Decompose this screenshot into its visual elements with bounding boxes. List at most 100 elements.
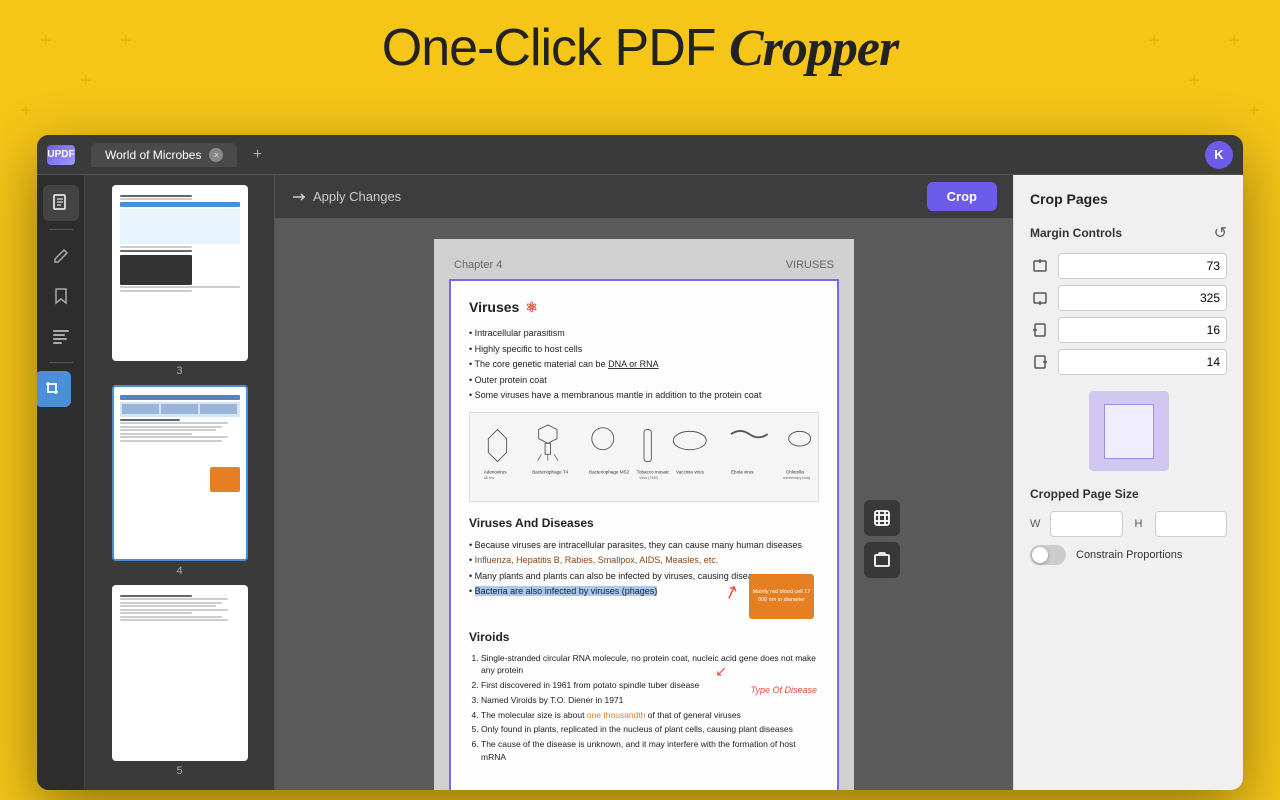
svg-text:Ebola virus: Ebola virus <box>731 469 754 474</box>
margin-top-input[interactable]: 73 <box>1059 255 1226 277</box>
viruses-label: VIRUSES <box>786 259 834 271</box>
thumbnail-number-5: 5 <box>176 765 182 777</box>
bullet-item-4: Outer protein coat <box>469 373 819 389</box>
margin-bottom-input[interactable]: 325 <box>1059 287 1226 309</box>
crop-action-button-2[interactable] <box>864 542 900 578</box>
chapter-label: Chapter 4 <box>454 259 502 271</box>
bullet-item-3: The core genetic material can be DNA or … <box>469 357 819 373</box>
crop-handle-left[interactable] <box>449 539 451 559</box>
viroid-item-6: The cause of the disease is unknown, and… <box>481 738 819 764</box>
sidebar-icon-edit[interactable] <box>43 238 79 274</box>
margin-top-row: 73 ▲ ▼ <box>1030 253 1227 279</box>
svg-text:Chlorella: Chlorella <box>786 469 804 474</box>
section3-heading: Viroids <box>469 628 819 646</box>
crop-overlay[interactable]: Viruses ⚛ Intracellular parasitism Highl… <box>449 279 839 790</box>
svg-text:Adenovirus: Adenovirus <box>484 469 508 474</box>
bullet-item-2: Highly specific to host cells <box>469 342 819 358</box>
margin-right-input-wrap[interactable]: 14 ▲ ▼ <box>1058 349 1227 375</box>
diseases-bullet-1: Because viruses are intracellular parasi… <box>469 538 819 554</box>
app-title: One-Click PDF Cropper <box>0 18 1280 78</box>
crop-preview-box <box>1089 391 1169 471</box>
crop-action-button-1[interactable] <box>864 500 900 536</box>
viroid-item-1: Single-stranded circular RNA molecule, n… <box>481 652 819 678</box>
margin-right-icon <box>1030 352 1050 372</box>
crop-action-panel <box>864 500 900 578</box>
bullet-item-5: Some viruses have a membranous mantle in… <box>469 388 819 404</box>
disease-arrow: ↙ <box>715 661 727 682</box>
width-input-wrap[interactable]: 536 ▲ ▼ <box>1050 511 1123 537</box>
sidebar-icon-crop[interactable] <box>37 371 71 407</box>
svg-text:Vaccinia virus: Vaccinia virus <box>676 469 705 474</box>
margin-right-input[interactable]: 14 <box>1059 351 1226 373</box>
margin-left-row: 16 ▲ ▼ <box>1030 317 1227 343</box>
margin-left-input-wrap[interactable]: 16 ▲ ▼ <box>1058 317 1227 343</box>
toolbar: Apply Changes Crop <box>275 175 1013 219</box>
title-cursive: Cropper <box>729 20 898 77</box>
sidebar-icon-text[interactable] <box>43 318 79 354</box>
crop-corner-tl[interactable] <box>449 279 459 289</box>
tab-close-button[interactable]: × <box>209 148 223 162</box>
margin-bottom-input-wrap[interactable]: 325 ▲ ▼ <box>1058 285 1227 311</box>
viroid-item-5: Only found in plants, replicated in the … <box>481 723 819 736</box>
main-layout: 3 <box>37 175 1243 790</box>
height-label: H <box>1135 518 1149 530</box>
title-regular: One-Click PDF <box>382 19 729 77</box>
svg-text:Tobacco mosaic: Tobacco mosaic <box>637 469 670 474</box>
crop-handle-right[interactable] <box>837 539 839 559</box>
pdf-view[interactable]: Chapter 4 VIRUSES <box>275 219 1013 790</box>
one-thousandth-highlight: one thousandth <box>587 710 646 720</box>
thumbnail-item-3[interactable]: 3 <box>95 185 264 377</box>
section1-bullet-list: Intracellular parasitism Highly specific… <box>469 326 819 404</box>
constrain-label: Constrain Proportions <box>1076 549 1182 561</box>
margin-top-spinners: ▲ ▼ <box>1226 254 1227 278</box>
margin-left-spinners: ▲ ▼ <box>1226 318 1227 342</box>
crop-handle-top[interactable] <box>634 279 654 281</box>
active-tab[interactable]: World of Microbes × <box>91 143 237 167</box>
margin-bottom-spinners: ▲ ▼ <box>1226 286 1227 310</box>
thumbnail-item-4[interactable]: 4 <box>95 385 264 577</box>
margin-bottom-icon <box>1030 288 1050 308</box>
left-sidebar <box>37 175 85 790</box>
virus-diagram-svg: Adenovirus 45 nm Bacteriophage T4 <box>470 417 818 497</box>
margin-top-input-wrap[interactable]: 73 ▲ ▼ <box>1058 253 1227 279</box>
virus-diagram: Adenovirus 45 nm Bacteriophage T4 <box>469 412 819 502</box>
height-input[interactable]: 468 <box>1156 513 1228 535</box>
crop-preview-inner <box>1104 404 1154 459</box>
margin-controls-section: Margin Controls ↺ <box>1030 223 1227 243</box>
tab-add-button[interactable]: + <box>245 143 269 167</box>
svg-text:45 nm: 45 nm <box>484 475 494 479</box>
margin-top-icon <box>1030 256 1050 276</box>
constrain-row: Constrain Proportions <box>1030 545 1227 565</box>
crop-button[interactable]: Crop <box>927 182 997 211</box>
crop-corner-tr[interactable] <box>829 279 839 289</box>
type-of-disease-annotation: Type Of Disease <box>751 684 817 698</box>
apply-changes-button[interactable]: Apply Changes <box>291 189 401 205</box>
cropped-page-size-section: Cropped Page Size W 536 ▲ ▼ H 468 <box>1030 487 1227 565</box>
viroid-item-4: The molecular size is about one thousand… <box>481 709 819 722</box>
margin-bottom-row: 325 ▲ ▼ <box>1030 285 1227 311</box>
width-input[interactable]: 536 <box>1051 513 1123 535</box>
pdf-page: Chapter 4 VIRUSES <box>434 239 854 790</box>
svg-text:Bacteriophage MS2: Bacteriophage MS2 <box>589 469 630 474</box>
page-content: Viruses ⚛ Intracellular parasitism Highl… <box>451 281 837 782</box>
margin-right-spinners: ▲ ▼ <box>1226 350 1227 374</box>
margin-left-input[interactable]: 16 <box>1059 319 1226 341</box>
constrain-toggle[interactable] <box>1030 545 1066 565</box>
tab-label: World of Microbes <box>105 148 201 162</box>
pdf-page-header: Chapter 4 VIRUSES <box>434 259 854 281</box>
thumbnail-number-4: 4 <box>176 565 182 577</box>
title-bar: UPDF World of Microbes × + K <box>37 135 1243 175</box>
sidebar-icon-pages[interactable] <box>43 185 79 221</box>
thumbnail-item-5[interactable]: 5 <box>95 585 264 777</box>
sidebar-icon-bookmark[interactable] <box>43 278 79 314</box>
margin-right-row: 14 ▲ ▼ <box>1030 349 1227 375</box>
bullet-item-1: Intracellular parasitism <box>469 326 819 342</box>
thumbnail-panel: 3 <box>85 175 275 790</box>
diseases-bullet-2: Influenza, Hepatitis B, Rabies, Smallpox… <box>469 553 819 569</box>
height-input-wrap[interactable]: 468 ▲ ▼ <box>1155 511 1228 537</box>
right-panel-title: Crop Pages <box>1030 191 1227 207</box>
thumbnail-image-5 <box>112 585 248 761</box>
width-label: W <box>1030 518 1044 530</box>
margin-controls: 73 ▲ ▼ 325 ▲ <box>1030 253 1227 375</box>
reset-button[interactable]: ↺ <box>1214 223 1227 243</box>
